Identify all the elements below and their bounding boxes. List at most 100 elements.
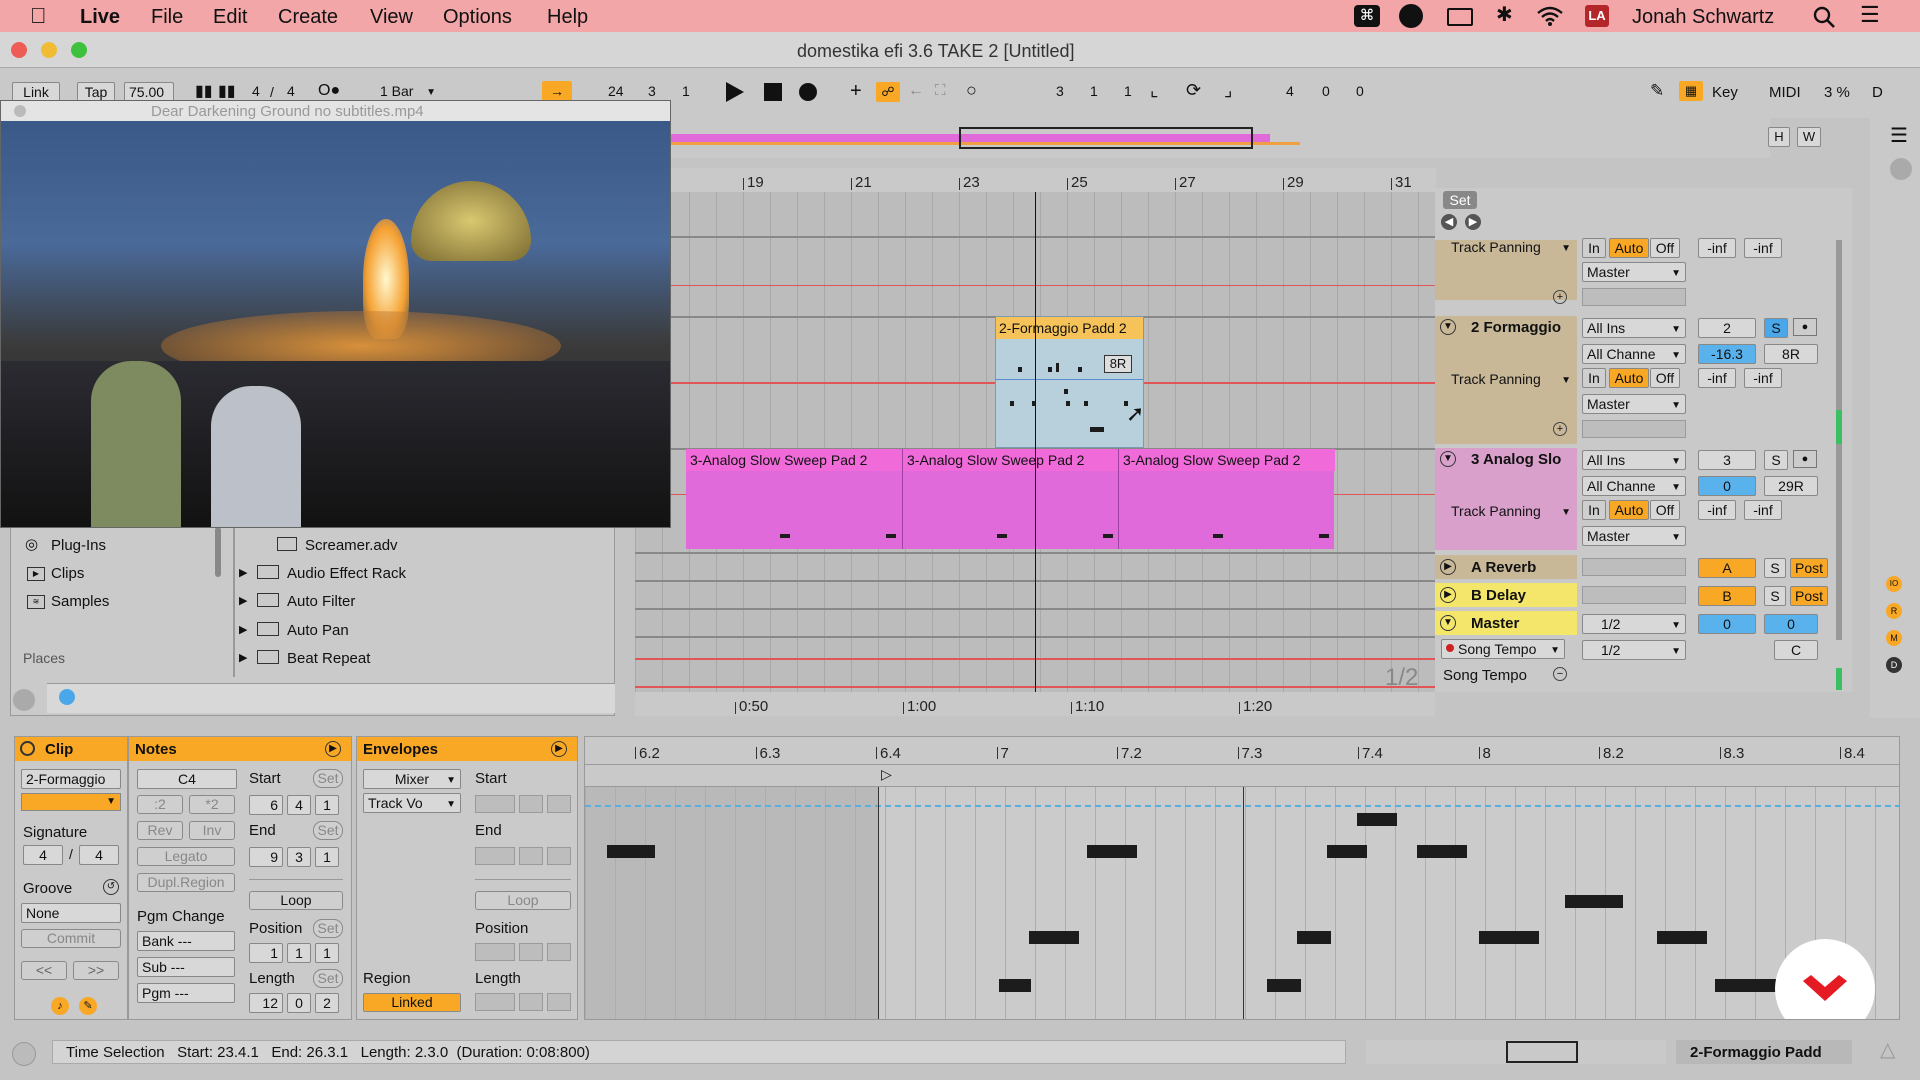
notes-expand-icon[interactable]: ▶ — [325, 741, 341, 757]
linked-button[interactable]: Linked — [363, 993, 461, 1012]
note-value-field[interactable]: C4 — [137, 769, 237, 789]
loop-start-beat[interactable]: 1 — [1086, 82, 1106, 100]
midi-map-button[interactable]: MIDI — [1769, 85, 1801, 100]
tempo-output[interactable]: 1/2 — [1582, 640, 1686, 660]
position-set-button[interactable]: Set — [313, 919, 343, 938]
midi-note[interactable] — [1657, 931, 1707, 944]
envelope-device-select[interactable]: Mixer — [363, 769, 461, 789]
length-sixteenth[interactable]: 2 — [315, 993, 339, 1013]
track-3-channel[interactable]: All Channe — [1582, 476, 1686, 496]
reverb-post[interactable]: Post — [1790, 558, 1828, 578]
duplicate-region-button[interactable]: Dupl.Region — [137, 873, 235, 892]
menu-help[interactable]: Help — [547, 7, 588, 27]
stop-button[interactable] — [764, 83, 782, 101]
reverb-solo[interactable]: S — [1764, 558, 1786, 578]
prev-clip-button[interactable]: << — [21, 961, 67, 980]
browser-beat-repeat[interactable]: Beat Repeat — [287, 651, 370, 666]
computer-midi-keyboard-icon[interactable]: ▦ — [1679, 81, 1703, 101]
bluetooth-icon[interactable]: ✱ — [1496, 5, 1513, 25]
loop-length-beat[interactable]: 0 — [1318, 82, 1338, 100]
track-1-output[interactable]: Master — [1582, 262, 1686, 282]
track-3-input[interactable]: All Ins — [1582, 450, 1686, 470]
scroll-icon[interactable] — [1890, 158, 1912, 180]
groove-hot-swap-icon[interactable]: ↺ — [103, 879, 119, 895]
track-2-monitor-auto[interactable]: Auto — [1609, 368, 1649, 388]
overdub-icon[interactable]: + — [850, 81, 862, 101]
sig-numerator[interactable]: 4 — [248, 82, 266, 100]
track-2-channel[interactable]: All Channe — [1582, 344, 1686, 364]
track-3-name[interactable]: 3 Analog Slo — [1471, 452, 1561, 467]
expand-icon[interactable]: ▶ — [239, 625, 247, 636]
tempo-cue[interactable]: C — [1774, 640, 1818, 660]
preview-icon[interactable] — [59, 689, 75, 705]
commit-button[interactable]: Commit — [21, 929, 121, 948]
play-button[interactable] — [726, 82, 744, 102]
arrangement-record-icon[interactable]: → — [542, 81, 572, 101]
menu-file[interactable]: File — [151, 7, 183, 27]
delay-post[interactable]: Post — [1790, 586, 1828, 606]
midi-note[interactable] — [999, 979, 1031, 992]
reverb-fold-icon[interactable]: ▶ — [1440, 559, 1456, 575]
reverb-name[interactable]: A Reverb — [1471, 560, 1536, 575]
add-device-icon[interactable]: + — [1553, 422, 1567, 436]
reverb-send-letter[interactable]: A — [1698, 558, 1756, 578]
halve-button[interactable]: :2 — [137, 795, 183, 814]
browser-auto-pan[interactable]: Auto Pan — [287, 623, 349, 638]
punch-out-icon[interactable]: ⌟ — [1224, 81, 1232, 99]
analog-clip[interactable]: 3-Analog Slow Sweep Pad 2 — [1118, 449, 1335, 549]
set-button[interactable]: Set — [1443, 191, 1477, 209]
minimize-window-button[interactable] — [41, 42, 57, 58]
track-3-panning-select[interactable]: Track Panning — [1447, 502, 1575, 520]
punch-in-icon[interactable]: ⌞ — [1150, 81, 1158, 99]
track-3-output[interactable]: Master — [1582, 526, 1686, 546]
browser-screamer[interactable]: Screamer.adv — [305, 538, 398, 553]
video-window[interactable]: Dear Darkening Ground no subtitles.mp4 — [0, 100, 671, 528]
envelope-parameter-select[interactable]: Track Vo — [363, 793, 461, 813]
overview-w-button[interactable]: W — [1797, 127, 1821, 147]
sig-denominator[interactable]: 4 — [283, 82, 301, 100]
double-button[interactable]: *2 — [189, 795, 235, 814]
midi-note[interactable] — [1297, 931, 1331, 944]
position-beat[interactable]: 3 — [644, 82, 664, 100]
next-locator-icon[interactable]: ▶ — [1465, 214, 1481, 230]
record-button[interactable] — [799, 83, 817, 101]
wifi-icon[interactable] — [1536, 5, 1564, 27]
end-set-button[interactable]: Set — [313, 821, 343, 840]
position-sixteenth[interactable]: 1 — [315, 943, 339, 963]
clip-color-select[interactable] — [21, 793, 121, 811]
returns-toggle-icon[interactable]: R — [1886, 603, 1902, 619]
menu-options[interactable]: Options — [443, 7, 512, 27]
track-2-monitor-off[interactable]: Off — [1650, 368, 1680, 388]
reverse-button[interactable]: Rev — [137, 821, 183, 840]
browser-left-scrollbar[interactable] — [215, 527, 221, 577]
delay-solo[interactable]: S — [1764, 586, 1786, 606]
browser-auto-filter[interactable]: Auto Filter — [287, 594, 355, 609]
overview-menu-icon[interactable]: ☰ — [1890, 126, 1908, 146]
length-bar[interactable]: 12 — [249, 993, 283, 1013]
delay-send-letter[interactable]: B — [1698, 586, 1756, 606]
midi-note[interactable] — [607, 845, 655, 858]
track-2-name[interactable]: 2 Formaggio — [1471, 320, 1561, 335]
track-3-number[interactable]: 3 — [1698, 450, 1756, 470]
legato-button[interactable]: Legato — [137, 847, 235, 866]
midi-note[interactable] — [1327, 845, 1367, 858]
la-badge[interactable]: LA — [1585, 5, 1609, 27]
back-to-arrangement-icon[interactable]: ← — [908, 83, 924, 99]
end-beat[interactable]: 3 — [287, 847, 311, 867]
overview-h-button[interactable]: H — [1768, 127, 1790, 147]
start-set-button[interactable]: Set — [313, 769, 343, 788]
length-beat[interactable]: 0 — [287, 993, 311, 1013]
loop-start-bar[interactable]: 3 — [1052, 82, 1072, 100]
master-volume[interactable]: 0 — [1698, 614, 1756, 634]
tempo-field[interactable]: 75.00 — [124, 82, 174, 102]
track-3-solo[interactable]: S — [1764, 450, 1788, 470]
status-play-icon[interactable] — [12, 1042, 36, 1066]
master-pan[interactable]: 0 — [1764, 614, 1818, 634]
start-bar[interactable]: 6 — [249, 795, 283, 815]
spotlight-icon[interactable] — [1813, 6, 1837, 28]
formaggio-clip[interactable]: 2-Formaggio Padd 2 8R ➚ — [995, 316, 1144, 448]
track-2-number[interactable]: 2 — [1698, 318, 1756, 338]
sub-field[interactable]: Sub --- — [137, 957, 235, 977]
browser-clips[interactable]: Clips — [51, 566, 84, 581]
key-map-button[interactable]: Key — [1712, 85, 1738, 100]
